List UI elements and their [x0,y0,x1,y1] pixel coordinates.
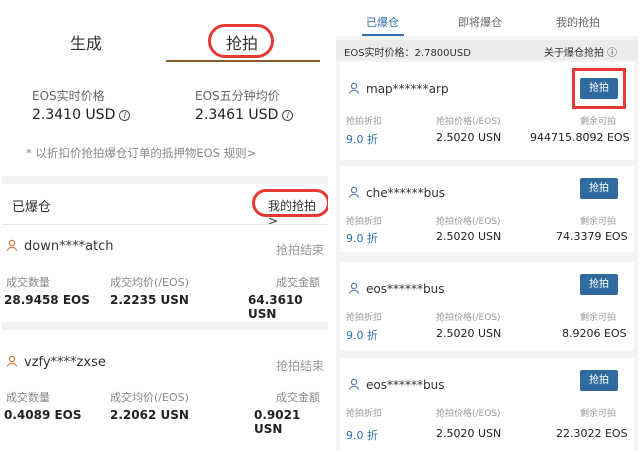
price-info-bar: EOS实时价格：2.7800USD 关于爆仓抢拍 ⓘ [336,40,638,60]
status-tabs: 已爆仓 即将爆仓 我的抢拍 [336,2,638,36]
user-icon [348,282,360,294]
remain-value: 944715.8092 EOS [530,131,630,144]
record-user: vzfy****zxse [6,355,106,370]
user-icon [348,378,360,390]
amount-label: 成交金额 [276,391,320,404]
card-user: map******arp [348,82,449,96]
user-icon [348,82,360,94]
grab-button[interactable]: 抢拍 [580,178,618,199]
record-status: 抢拍结束 [276,359,325,373]
section-divider [2,176,328,184]
qty-value: 0.4089 EOS [4,408,82,422]
about-liquidation-link[interactable]: 关于爆仓抢拍 ⓘ [544,44,617,59]
remain-value: 22.3022 EOS [556,427,628,440]
red-highlight-circle [252,189,328,217]
five-min-price-value: 2.3461 USD i [195,107,294,123]
tab-liquidated[interactable]: 已爆仓 [366,14,399,30]
info-icon[interactable]: i [282,110,294,121]
red-highlight-circle [208,24,274,58]
amount-label: 成交金额 [276,276,320,289]
five-min-price-label: EOS五分钟均价 [195,89,280,103]
discount-value: 9.0 折 [346,329,378,342]
avg-price-label: 成交均价(/EOS) [110,276,189,289]
price-label: 抢拍价格(/EOS) [436,117,501,127]
avg-price-value: 2.2235 USN [110,293,189,307]
red-highlight-box [572,68,626,109]
discount-label: 抢拍折扣 [346,313,383,323]
rules-note[interactable]: * 以折扣价抢拍爆仓订单的抵押物EOS 规则> [26,145,256,161]
remain-value: 8.9206 EOS [562,327,627,340]
realtime-price-value: 2.3410 USD i [32,107,131,123]
record-status: 抢拍结束 [276,243,325,257]
realtime-price-label: EOS实时价格 [32,89,105,103]
price-value: 2.5020 USN [436,327,502,340]
active-tab-underline [362,34,404,36]
divider-line [2,224,328,225]
discount-label: 抢拍折扣 [346,409,383,419]
card-user: che******bus [348,186,445,200]
price-value: 2.5020 USN [436,131,502,144]
price-label: 抢拍价格(/EOS) [436,217,501,227]
discount-value: 9.0 折 [346,232,378,245]
info-icon[interactable]: i [119,110,131,121]
card-user: eos******bus [348,378,444,392]
record-user: down****atch [6,239,114,254]
discount-value: 9.0 折 [346,429,378,442]
price-label: 抢拍价格(/EOS) [436,313,501,323]
auction-card: eos******bus 抢拍 抢拍折扣 抢拍价格(/EOS) 剩余可拍 9.0… [340,358,634,450]
auction-card: eos******bus 抢拍 抢拍折扣 抢拍价格(/EOS) 剩余可拍 9.0… [340,262,634,350]
avg-price-label: 成交均价(/EOS) [110,391,189,404]
amount-value: 64.3610 USN [248,293,303,321]
left-panel: 生成 抢拍 EOS实时价格 2.3410 USD i EOS五分钟均价 2.346… [2,2,328,450]
remain-label: 剩余可拍 [580,313,617,323]
section-title: 已爆仓 [12,200,52,215]
record-divider [2,322,328,330]
remain-value: 74.3379 EOS [556,230,628,243]
remain-label: 剩余可拍 [580,117,617,127]
qty-value: 28.9458 EOS [4,293,90,307]
user-icon [348,186,360,198]
price-label: 抢拍价格(/EOS) [436,409,501,419]
card-user: eos******bus [348,282,444,296]
grab-button[interactable]: 抢拍 [580,274,618,295]
right-panel: 已爆仓 即将爆仓 我的抢拍 EOS实时价格：2.7800USD 关于爆仓抢拍 ⓘ… [336,2,638,450]
tab-upcoming[interactable]: 即将爆仓 [458,14,502,30]
discount-label: 抢拍折扣 [346,217,383,227]
mode-tabs: 生成 抢拍 [2,2,328,64]
user-icon [6,355,18,367]
tab-my-grabs[interactable]: 我的抢拍 [556,14,600,30]
auction-card: che******bus 抢拍 抢拍折扣 抢拍价格(/EOS) 剩余可拍 9.0… [340,166,634,252]
amount-value: 0.9021 USN [254,408,301,436]
discount-label: 抢拍折扣 [346,117,383,127]
avg-price-value: 2.2062 USN [110,408,189,422]
realtime-price: EOS实时价格：2.7800USD [344,48,471,59]
price-value: 2.5020 USN [436,230,502,243]
tab-generate[interactable]: 生成 [70,30,102,54]
discount-value: 9.0 折 [346,133,378,146]
remain-label: 剩余可拍 [580,217,617,227]
qty-label: 成交数量 [6,391,50,404]
qty-label: 成交数量 [6,276,50,289]
remain-label: 剩余可拍 [580,409,617,419]
grab-button[interactable]: 抢拍 [580,370,618,391]
active-tab-underline [166,60,320,62]
price-value: 2.5020 USN [436,427,502,440]
auction-card: map******arp 抢拍 抢拍折扣 抢拍价格(/EOS) 剩余可拍 9.0… [340,62,634,160]
user-icon [6,239,18,251]
